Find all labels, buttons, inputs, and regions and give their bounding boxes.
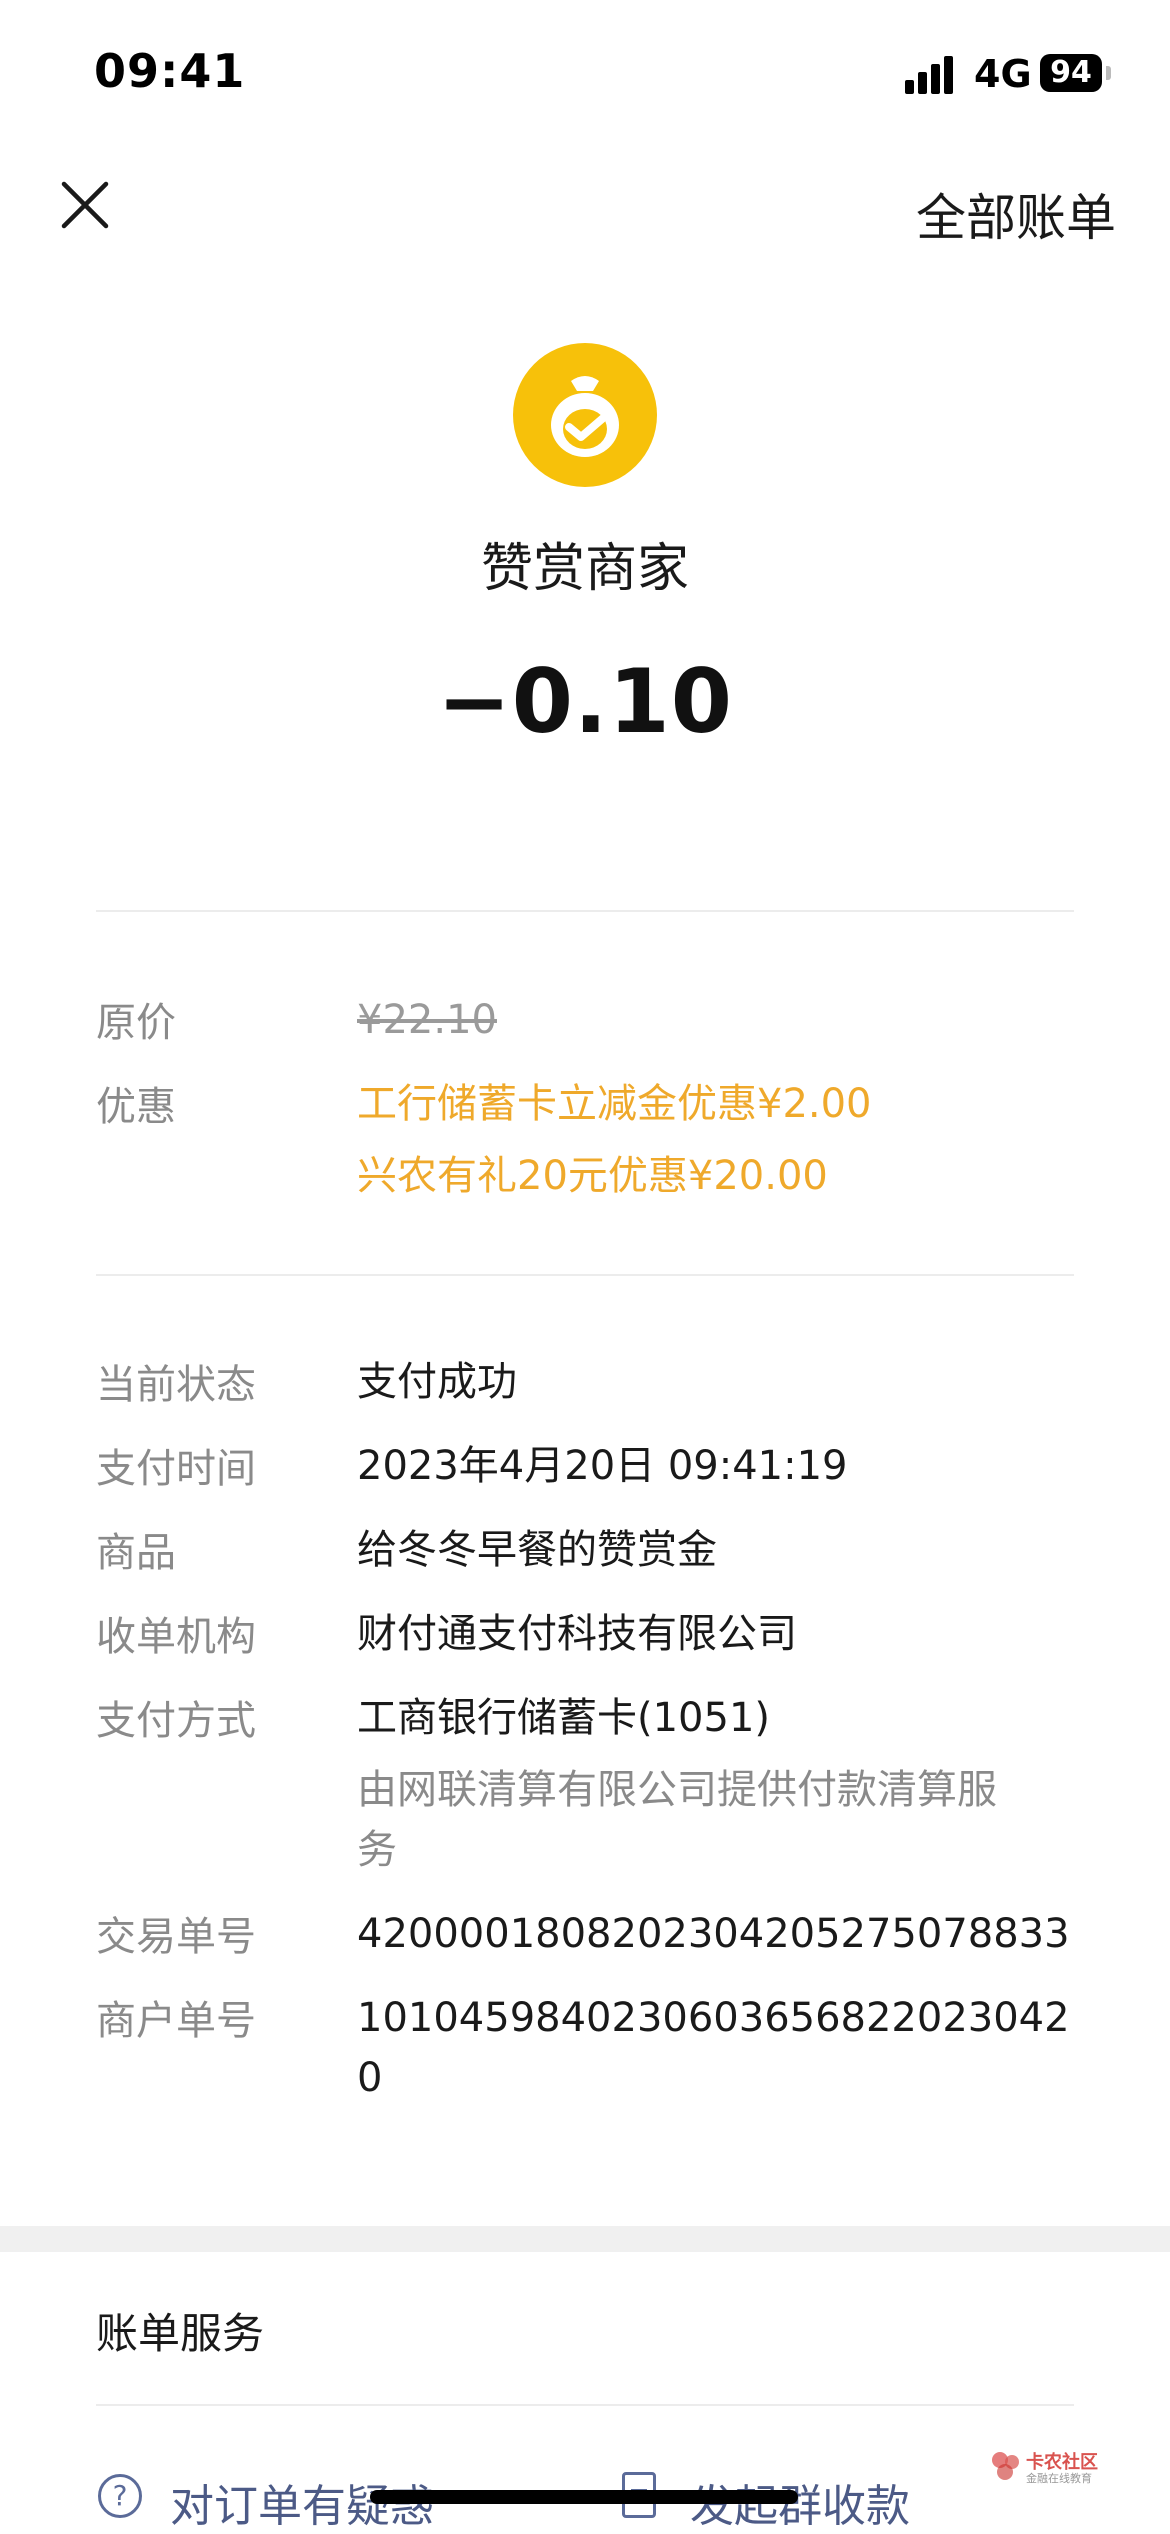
question-icon: ?: [98, 2474, 142, 2518]
product-value: 给冬冬早餐的赞赏金: [357, 1527, 717, 1573]
discount-label: 优惠: [96, 1084, 176, 1130]
divider: [96, 910, 1074, 912]
merchant-name: 赞赏商家: [480, 539, 689, 599]
acquirer-label: 收单机构: [96, 1614, 256, 1660]
product-label: 商品: [96, 1530, 176, 1576]
bill-services-title: 账单服务: [96, 2309, 265, 2358]
watermark: 卡农社区 金融在线教育: [990, 2446, 1110, 2490]
close-icon[interactable]: [60, 180, 110, 230]
watermark-subtext: 金融在线教育: [1026, 2472, 1092, 2485]
merchant-no-label: 商户单号: [96, 1998, 256, 2044]
home-indicator[interactable]: [370, 2490, 798, 2504]
original-price-label: 原价: [96, 1000, 176, 1046]
divider: [96, 1274, 1074, 1276]
discount-item: 兴农有礼20元优惠¥20.00: [357, 1153, 828, 1199]
pay-method-note: 由网联清算有限公司提供付款清算服: [357, 1767, 997, 1813]
reward-bag-logo-icon: [513, 343, 657, 487]
merchant-no-value-cont[interactable]: 0: [357, 2048, 1077, 2108]
status-label: 当前状态: [96, 1362, 256, 1408]
pay-time-label: 支付时间: [96, 1446, 256, 1492]
signal-icon: [905, 54, 957, 94]
divider: [96, 2404, 1074, 2406]
pay-method-label: 支付方式: [96, 1698, 256, 1744]
transaction-no-label: 交易单号: [96, 1914, 256, 1960]
battery-tip: [1106, 66, 1111, 80]
battery-icon: 94: [1040, 54, 1102, 92]
watermark-logo-icon: [992, 2452, 1019, 2480]
original-price-value: ¥22.10: [357, 997, 497, 1043]
pay-method-note: 务: [357, 1827, 397, 1873]
pay-method-value: 工商银行储蓄卡(1051): [357, 1695, 771, 1741]
payment-amount: −0.10: [437, 650, 733, 753]
status-value: 支付成功: [357, 1359, 517, 1405]
merchant-no-value[interactable]: 1010459840230603656822023042: [357, 1988, 1077, 2048]
section-separator: [0, 2226, 1170, 2252]
status-time: 09:41: [94, 44, 246, 98]
network-type: 4G: [974, 52, 1032, 96]
acquirer-value: 财付通支付科技有限公司: [357, 1611, 797, 1657]
all-bills-link[interactable]: 全部账单: [916, 178, 1116, 250]
pay-time-value: 2023年4月20日 09:41:19: [357, 1443, 848, 1489]
discount-item: 工行储蓄卡立减金优惠¥2.00: [357, 1081, 872, 1127]
transaction-no-value[interactable]: 4200001808202304205275078833: [357, 1904, 1077, 1964]
